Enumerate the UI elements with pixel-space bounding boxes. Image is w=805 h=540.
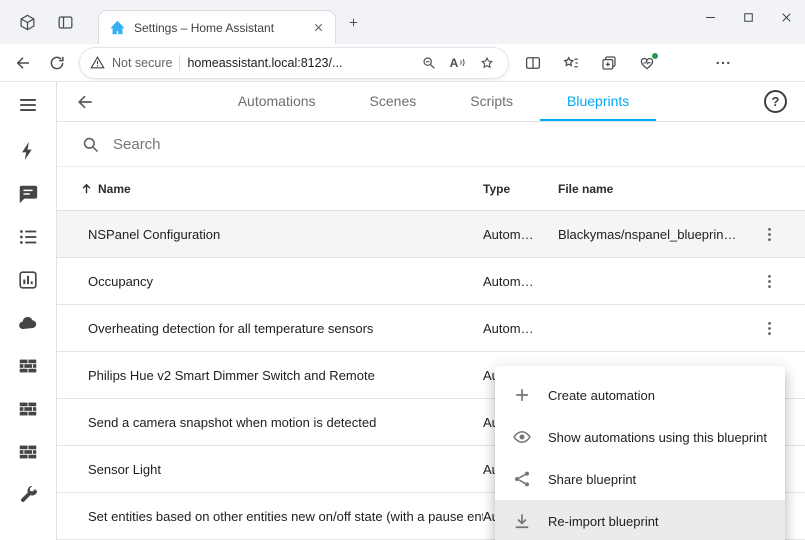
- row-overflow-menu-icon[interactable]: [747, 225, 791, 244]
- chart-icon[interactable]: [16, 268, 40, 292]
- search-icon: [81, 135, 100, 154]
- back-arrow-icon[interactable]: [75, 92, 103, 112]
- row-overflow-menu-icon[interactable]: [747, 272, 791, 291]
- search-input[interactable]: [113, 136, 393, 153]
- address-bar[interactable]: Not secure homeassistant.local:8123/... …: [80, 48, 508, 78]
- tab-title: Settings – Home Assistant: [134, 21, 299, 35]
- maximize-button[interactable]: [729, 0, 767, 34]
- menu-item-show-automations[interactable]: Show automations using this blueprint: [495, 416, 785, 458]
- bricks-icon[interactable]: [16, 397, 40, 421]
- favorites-icon[interactable]: [552, 47, 590, 79]
- new-tab-button[interactable]: [336, 5, 370, 39]
- cloud-icon[interactable]: [16, 311, 40, 335]
- row-overflow-menu-icon[interactable]: [747, 319, 791, 338]
- browser-window: Settings – Home Assistant: [0, 0, 805, 540]
- column-header-name[interactable]: Name: [57, 181, 483, 196]
- close-button[interactable]: [767, 0, 805, 34]
- hamburger-menu-icon[interactable]: [17, 82, 39, 128]
- ha-sidebar: [0, 82, 57, 540]
- wrench-icon[interactable]: [16, 483, 40, 507]
- essentials-status-dot: [651, 52, 659, 60]
- url-text: homeassistant.local:8123/...: [187, 56, 411, 70]
- home-assistant-app: Automations Scenes Scripts Blueprints ? …: [0, 82, 805, 540]
- refresh-icon[interactable]: [40, 47, 74, 79]
- eye-icon: [512, 427, 532, 447]
- ha-app-header: Automations Scenes Scripts Blueprints ?: [57, 82, 805, 122]
- tab-automations[interactable]: Automations: [211, 82, 343, 121]
- column-header-type[interactable]: Type: [483, 182, 558, 196]
- browser-toolbar: Not secure homeassistant.local:8123/... …: [0, 44, 805, 82]
- menu-item-reimport-blueprint[interactable]: Re-import blueprint: [495, 500, 785, 540]
- home-assistant-favicon: [109, 19, 126, 36]
- chat-icon[interactable]: [16, 182, 40, 206]
- split-screen-icon[interactable]: [514, 47, 552, 79]
- help-icon[interactable]: ?: [764, 90, 787, 113]
- zoom-out-icon[interactable]: [418, 52, 440, 74]
- menu-item-share-blueprint[interactable]: Share blueprint: [495, 458, 785, 500]
- more-menu-icon[interactable]: [704, 47, 742, 79]
- search-bar: [57, 122, 805, 167]
- browser-tab[interactable]: Settings – Home Assistant: [98, 10, 336, 44]
- table-row[interactable]: Occupancy Autom…: [57, 258, 805, 305]
- profile-avatar[interactable]: [666, 47, 704, 79]
- sidebar-icon-list: [16, 139, 40, 507]
- security-label: Not secure: [112, 56, 172, 70]
- menu-item-create-automation[interactable]: Create automation: [495, 374, 785, 416]
- favorite-star-icon[interactable]: [476, 52, 498, 74]
- blueprint-context-menu: Create automation Show automations using…: [495, 366, 785, 540]
- tab-scripts[interactable]: Scripts: [443, 82, 540, 121]
- browser-titlebar: Settings – Home Assistant: [0, 0, 805, 44]
- back-icon[interactable]: [6, 47, 40, 79]
- plus-icon: [512, 385, 532, 405]
- minimize-button[interactable]: [691, 0, 729, 34]
- read-aloud-icon[interactable]: A: [447, 52, 469, 74]
- table-row[interactable]: Overheating detection for all temperatur…: [57, 305, 805, 352]
- address-divider: [179, 55, 180, 71]
- avatar-image: [673, 51, 697, 75]
- table-header: Name Type File name: [57, 167, 805, 211]
- list-icon[interactable]: [16, 225, 40, 249]
- workspaces-icon[interactable]: [8, 5, 46, 39]
- blueprint-tabs: Automations Scenes Scripts Blueprints: [103, 82, 764, 121]
- not-secure-warning-icon[interactable]: [90, 55, 105, 70]
- bricks-icon[interactable]: [16, 440, 40, 464]
- share-icon: [512, 469, 532, 489]
- sort-ascending-icon: [79, 181, 94, 196]
- tab-blueprints[interactable]: Blueprints: [540, 82, 656, 121]
- browser-essentials-icon[interactable]: [628, 47, 666, 79]
- tab-scenes[interactable]: Scenes: [343, 82, 444, 121]
- lightning-icon[interactable]: [16, 139, 40, 163]
- collections-icon[interactable]: [590, 47, 628, 79]
- bricks-icon[interactable]: [16, 354, 40, 378]
- table-row[interactable]: NSPanel Configuration Autom… Blackymas/n…: [57, 211, 805, 258]
- window-controls: [691, 0, 805, 34]
- tab-close-icon[interactable]: [307, 17, 329, 39]
- tab-actions-icon[interactable]: [46, 5, 84, 39]
- column-header-file[interactable]: File name: [558, 182, 805, 196]
- download-icon: [512, 511, 532, 531]
